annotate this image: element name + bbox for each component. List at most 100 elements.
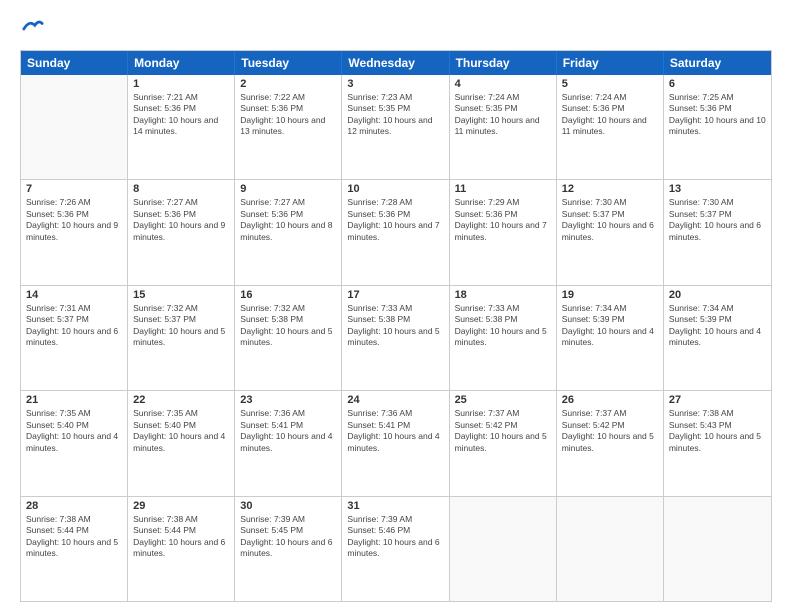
day-info: Sunrise: 7:37 AMSunset: 5:42 PMDaylight:… (455, 408, 551, 454)
day-info: Sunrise: 7:24 AMSunset: 5:35 PMDaylight:… (455, 92, 551, 138)
day-number: 10 (347, 183, 443, 195)
header-day-saturday: Saturday (664, 51, 771, 75)
day-number: 1 (133, 78, 229, 90)
day-info: Sunrise: 7:33 AMSunset: 5:38 PMDaylight:… (455, 303, 551, 349)
day-cell-16: 16 Sunrise: 7:32 AMSunset: 5:38 PMDayligh… (235, 286, 342, 390)
day-number: 6 (669, 78, 766, 90)
calendar-row-2: 7 Sunrise: 7:26 AMSunset: 5:36 PMDaylight… (21, 179, 771, 284)
day-number: 8 (133, 183, 229, 195)
header-day-tuesday: Tuesday (235, 51, 342, 75)
day-cell-20: 20 Sunrise: 7:34 AMSunset: 5:39 PMDayligh… (664, 286, 771, 390)
day-number: 26 (562, 394, 658, 406)
day-number: 11 (455, 183, 551, 195)
day-info: Sunrise: 7:26 AMSunset: 5:36 PMDaylight:… (26, 197, 122, 243)
calendar-row-4: 21 Sunrise: 7:35 AMSunset: 5:40 PMDayligh… (21, 390, 771, 495)
day-info: Sunrise: 7:32 AMSunset: 5:38 PMDaylight:… (240, 303, 336, 349)
day-number: 21 (26, 394, 122, 406)
day-cell-3: 3Sunrise: 7:23 AMSunset: 5:35 PMDaylight… (342, 75, 449, 179)
day-cell-10: 10Sunrise: 7:28 AMSunset: 5:36 PMDayligh… (342, 180, 449, 284)
day-cell-14: 14 Sunrise: 7:31 AMSunset: 5:37 PMDayligh… (21, 286, 128, 390)
day-number: 7 (26, 183, 122, 195)
day-cell-18: 18 Sunrise: 7:33 AMSunset: 5:38 PMDayligh… (450, 286, 557, 390)
day-info: Sunrise: 7:36 AMSunset: 5:41 PMDaylight:… (347, 408, 443, 454)
day-number: 13 (669, 183, 766, 195)
day-cell-23: 23 Sunrise: 7:36 AMSunset: 5:41 PMDayligh… (235, 391, 342, 495)
day-info: Sunrise: 7:34 AMSunset: 5:39 PMDaylight:… (669, 303, 766, 349)
day-cell-1: 1 Sunrise: 7:21 AMSunset: 5:36 PMDaylight… (128, 75, 235, 179)
day-info: Sunrise: 7:23 AMSunset: 5:35 PMDaylight:… (347, 92, 443, 138)
day-number: 9 (240, 183, 336, 195)
day-info: Sunrise: 7:38 AMSunset: 5:44 PMDaylight:… (26, 514, 122, 560)
day-info: Sunrise: 7:39 AMSunset: 5:46 PMDaylight:… (347, 514, 443, 560)
day-cell-2: 2Sunrise: 7:22 AMSunset: 5:36 PMDaylight… (235, 75, 342, 179)
day-cell-30: 30 Sunrise: 7:39 AMSunset: 5:45 PMDayligh… (235, 497, 342, 601)
day-number: 16 (240, 289, 336, 301)
day-cell-6: 6Sunrise: 7:25 AMSunset: 5:36 PMDaylight… (664, 75, 771, 179)
day-cell-empty (21, 75, 128, 179)
day-number: 28 (26, 500, 122, 512)
day-cell-28: 28 Sunrise: 7:38 AMSunset: 5:44 PMDayligh… (21, 497, 128, 601)
day-cell-17: 17 Sunrise: 7:33 AMSunset: 5:38 PMDayligh… (342, 286, 449, 390)
day-cell-29: 29Sunrise: 7:38 AMSunset: 5:44 PMDayligh… (128, 497, 235, 601)
day-number: 19 (562, 289, 658, 301)
day-info: Sunrise: 7:33 AMSunset: 5:38 PMDaylight:… (347, 303, 443, 349)
day-number: 15 (133, 289, 229, 301)
day-cell-5: 5Sunrise: 7:24 AMSunset: 5:36 PMDaylight… (557, 75, 664, 179)
day-info: Sunrise: 7:24 AMSunset: 5:36 PMDaylight:… (562, 92, 658, 138)
day-info: Sunrise: 7:27 AMSunset: 5:36 PMDaylight:… (133, 197, 229, 243)
day-cell-13: 13 Sunrise: 7:30 AMSunset: 5:37 PMDayligh… (664, 180, 771, 284)
day-number: 4 (455, 78, 551, 90)
day-number: 18 (455, 289, 551, 301)
day-cell-11: 11 Sunrise: 7:29 AMSunset: 5:36 PMDayligh… (450, 180, 557, 284)
day-info: Sunrise: 7:32 AMSunset: 5:37 PMDaylight:… (133, 303, 229, 349)
day-number: 24 (347, 394, 443, 406)
day-number: 27 (669, 394, 766, 406)
day-number: 17 (347, 289, 443, 301)
day-info: Sunrise: 7:38 AMSunset: 5:44 PMDaylight:… (133, 514, 229, 560)
header (20, 18, 772, 40)
day-info: Sunrise: 7:29 AMSunset: 5:36 PMDaylight:… (455, 197, 551, 243)
day-info: Sunrise: 7:31 AMSunset: 5:37 PMDaylight:… (26, 303, 122, 349)
day-cell-21: 21 Sunrise: 7:35 AMSunset: 5:40 PMDayligh… (21, 391, 128, 495)
day-number: 30 (240, 500, 336, 512)
day-info: Sunrise: 7:35 AMSunset: 5:40 PMDaylight:… (26, 408, 122, 454)
day-number: 25 (455, 394, 551, 406)
day-cell-27: 27 Sunrise: 7:38 AMSunset: 5:43 PMDayligh… (664, 391, 771, 495)
day-cell-empty (557, 497, 664, 601)
day-cell-19: 19Sunrise: 7:34 AMSunset: 5:39 PMDayligh… (557, 286, 664, 390)
page: SundayMondayTuesdayWednesdayThursdayFrid… (0, 0, 792, 612)
calendar-row-1: 1 Sunrise: 7:21 AMSunset: 5:36 PMDaylight… (21, 75, 771, 179)
day-cell-9: 9 Sunrise: 7:27 AMSunset: 5:36 PMDaylight… (235, 180, 342, 284)
day-number: 22 (133, 394, 229, 406)
day-info: Sunrise: 7:35 AMSunset: 5:40 PMDaylight:… (133, 408, 229, 454)
header-day-friday: Friday (557, 51, 664, 75)
day-info: Sunrise: 7:22 AMSunset: 5:36 PMDaylight:… (240, 92, 336, 138)
day-number: 12 (562, 183, 658, 195)
day-number: 14 (26, 289, 122, 301)
header-day-thursday: Thursday (450, 51, 557, 75)
day-info: Sunrise: 7:27 AMSunset: 5:36 PMDaylight:… (240, 197, 336, 243)
day-info: Sunrise: 7:39 AMSunset: 5:45 PMDaylight:… (240, 514, 336, 560)
day-number: 31 (347, 500, 443, 512)
day-cell-8: 8 Sunrise: 7:27 AMSunset: 5:36 PMDaylight… (128, 180, 235, 284)
day-number: 23 (240, 394, 336, 406)
day-cell-empty (450, 497, 557, 601)
day-info: Sunrise: 7:21 AMSunset: 5:36 PMDaylight:… (133, 92, 229, 138)
day-number: 20 (669, 289, 766, 301)
day-info: Sunrise: 7:30 AMSunset: 5:37 PMDaylight:… (562, 197, 658, 243)
header-day-wednesday: Wednesday (342, 51, 449, 75)
day-cell-empty (664, 497, 771, 601)
logo-icon (22, 18, 44, 40)
header-day-monday: Monday (128, 51, 235, 75)
day-info: Sunrise: 7:30 AMSunset: 5:37 PMDaylight:… (669, 197, 766, 243)
day-cell-12: 12 Sunrise: 7:30 AMSunset: 5:37 PMDayligh… (557, 180, 664, 284)
calendar-row-5: 28 Sunrise: 7:38 AMSunset: 5:44 PMDayligh… (21, 496, 771, 601)
day-cell-31: 31 Sunrise: 7:39 AMSunset: 5:46 PMDayligh… (342, 497, 449, 601)
day-cell-26: 26Sunrise: 7:37 AMSunset: 5:42 PMDayligh… (557, 391, 664, 495)
logo-text (20, 18, 44, 40)
day-cell-4: 4 Sunrise: 7:24 AMSunset: 5:35 PMDaylight… (450, 75, 557, 179)
day-info: Sunrise: 7:38 AMSunset: 5:43 PMDaylight:… (669, 408, 766, 454)
day-info: Sunrise: 7:36 AMSunset: 5:41 PMDaylight:… (240, 408, 336, 454)
calendar: SundayMondayTuesdayWednesdayThursdayFrid… (20, 50, 772, 602)
day-cell-22: 22 Sunrise: 7:35 AMSunset: 5:40 PMDayligh… (128, 391, 235, 495)
